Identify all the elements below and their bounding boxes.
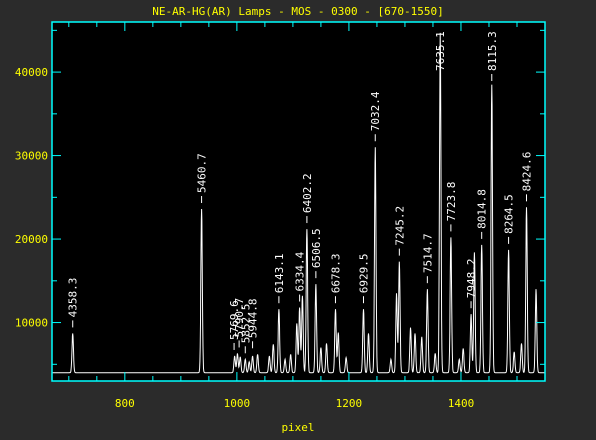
y-tick-label: 30000 bbox=[15, 150, 48, 163]
annotation-label: 6506.5 bbox=[310, 228, 323, 268]
annotation-label: 8264.5 bbox=[503, 194, 516, 234]
annotation-label: 8424.6 bbox=[521, 152, 534, 192]
y-tick-label: 40000 bbox=[15, 66, 48, 79]
annotation-label: 7514.7 bbox=[421, 233, 434, 273]
annotation-label: 7723.8 bbox=[445, 182, 458, 222]
spectrum-chart: NE-AR-HG(AR) Lamps - MOS - 0300 - [670-1… bbox=[15, 5, 546, 434]
annotation-label: 6334.4 bbox=[294, 251, 307, 291]
annotation-label: 6929.5 bbox=[357, 253, 370, 293]
annotation-label: 7948.2 bbox=[465, 258, 478, 298]
x-tick-label: 1200 bbox=[336, 397, 363, 410]
annotation-label: 7032.4 bbox=[369, 91, 382, 131]
x-axis-label: pixel bbox=[281, 421, 314, 434]
annotation-label: 8115.3 bbox=[486, 31, 499, 71]
annotation-label: 4358.3 bbox=[67, 278, 80, 318]
annotation-label: 5944.8 bbox=[247, 299, 260, 339]
x-tick-label: 800 bbox=[115, 397, 135, 410]
annotation-label: 8014.8 bbox=[476, 189, 489, 229]
annotation-label: 6402.2 bbox=[301, 173, 314, 213]
annotation-label: 6143.1 bbox=[273, 253, 286, 293]
annotation-label: 5460.7 bbox=[196, 153, 209, 193]
x-tick-label: 1400 bbox=[448, 397, 475, 410]
y-tick-label: 20000 bbox=[15, 233, 48, 246]
chart-title: NE-AR-HG(AR) Lamps - MOS - 0300 - [670-1… bbox=[152, 5, 443, 18]
annotation-label: 7245.2 bbox=[393, 206, 406, 246]
x-tick-label: 1000 bbox=[224, 397, 251, 410]
y-tick-label: 10000 bbox=[15, 317, 48, 330]
annotation-label: 7635.1 bbox=[434, 31, 447, 71]
annotation-label: 6678.3 bbox=[329, 253, 342, 293]
